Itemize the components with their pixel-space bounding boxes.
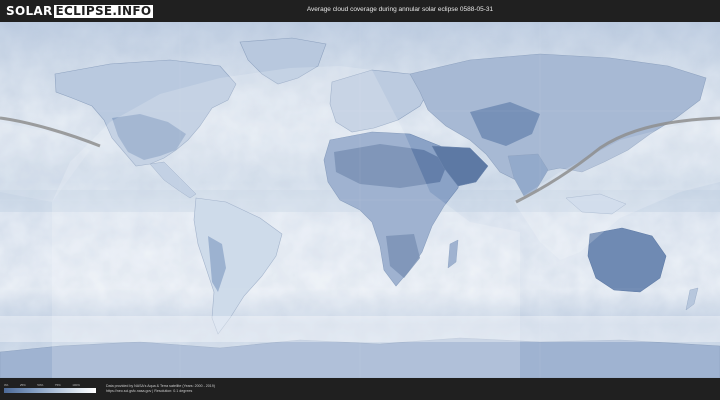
legend-tick: 100% — [72, 383, 80, 387]
page-frame: SOLAR ECLIPSE.INFO Average cloud coverag… — [0, 0, 720, 400]
footer-bar: 0% 25% 50% 75% 100% Data provided by NAS… — [0, 378, 720, 400]
map-canvas — [0, 22, 720, 378]
header-bar: SOLAR ECLIPSE.INFO Average cloud coverag… — [0, 0, 720, 22]
legend-tick-labels: 0% 25% 50% 75% 100% — [4, 383, 80, 387]
data-source-link[interactable]: https://neo.sci.gsfc.nasa.gov | Resoluti… — [106, 389, 192, 393]
legend-tick: 75% — [54, 383, 61, 387]
legend-tick: 0% — [4, 383, 9, 387]
data-source-text: Data provided by NASA's Aqua & Terra sat… — [106, 384, 215, 388]
cloud-coverage-legend-bar — [4, 388, 96, 393]
logo-text-eclipse-info: ECLIPSE.INFO — [53, 3, 154, 18]
map-title: Average cloud coverage during annular so… — [306, 6, 494, 13]
cloud-coverage-map[interactable] — [0, 22, 720, 378]
site-logo[interactable]: SOLAR ECLIPSE.INFO — [6, 3, 154, 18]
legend-tick: 50% — [37, 383, 44, 387]
legend-tick: 25% — [19, 383, 26, 387]
logo-text-solar: SOLAR — [6, 4, 53, 18]
